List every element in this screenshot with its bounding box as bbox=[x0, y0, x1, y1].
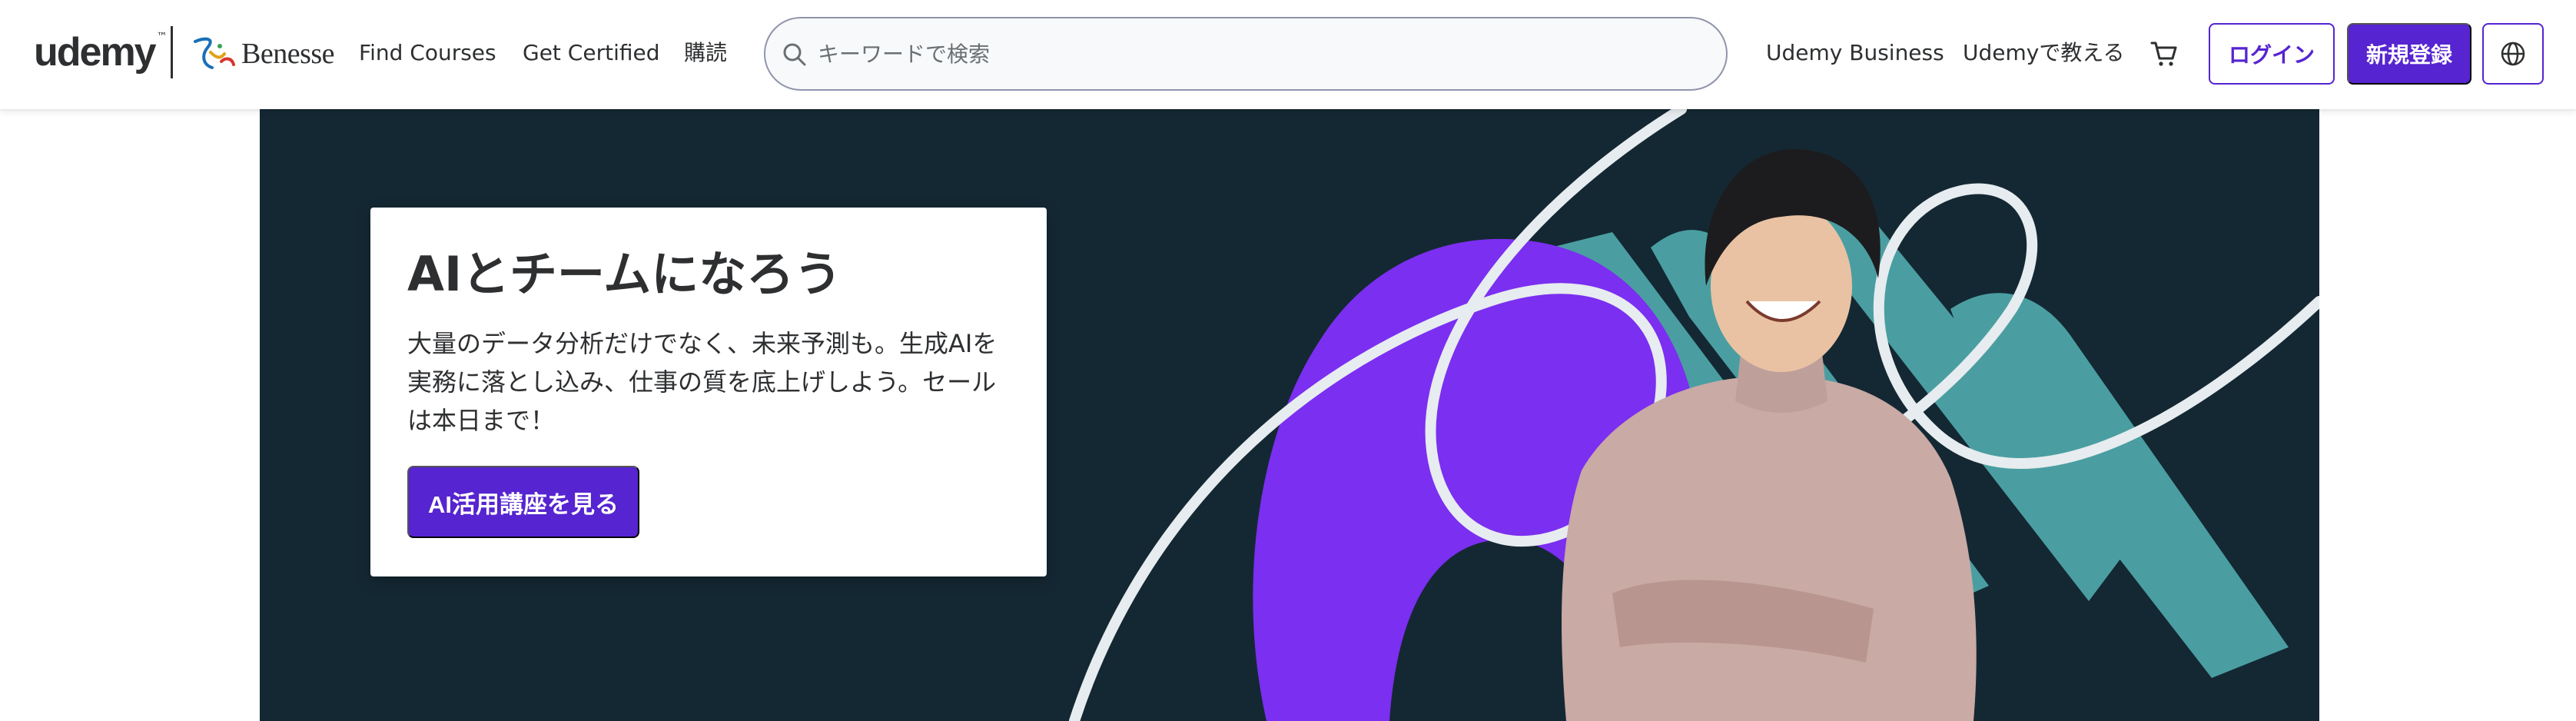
hero-banner: AIとチームになろう 大量のデータ分析だけでなく、未来予測も。生成AIを実務に落… bbox=[260, 109, 2319, 721]
nav-subscribe[interactable]: 購読 bbox=[684, 38, 727, 68]
hero-description: 大量のデータ分析だけでなく、未来予測も。生成AIを実務に落とし込み、仕事の質を底… bbox=[407, 329, 998, 435]
nav-udemy-business[interactable]: Udemy Business bbox=[1766, 38, 1944, 68]
hero-title: AIとチームになろう bbox=[407, 246, 842, 302]
language-button[interactable] bbox=[2482, 23, 2544, 85]
person-illustration bbox=[1562, 148, 1977, 721]
logo-divider bbox=[171, 26, 173, 78]
nav-teach-on-udemy[interactable]: Udemyで教える bbox=[1963, 38, 2125, 68]
login-button[interactable]: ログイン bbox=[2209, 23, 2335, 85]
top-header: udemy ™ Benesse Find Courses Get Certifi… bbox=[0, 0, 2576, 109]
hero-card: AIとチームになろう 大量のデータ分析だけでなく、未来予測も。生成AIを実務に落… bbox=[370, 208, 1047, 576]
benesse-mark-icon bbox=[194, 37, 235, 69]
cart-icon[interactable] bbox=[2149, 38, 2179, 69]
signup-button[interactable]: 新規登録 bbox=[2347, 23, 2471, 85]
globe-icon bbox=[2501, 42, 2525, 66]
ai-courses-button[interactable]: AI活用講座を見る bbox=[407, 466, 639, 538]
search-icon[interactable] bbox=[781, 41, 808, 68]
search-bar bbox=[764, 17, 1728, 91]
udemy-logo-text: udemy bbox=[34, 30, 157, 75]
nav-get-certified[interactable]: Get Certified bbox=[523, 38, 660, 68]
trademark-mark: ™ bbox=[156, 31, 168, 43]
udemy-logo[interactable]: udemy ™ bbox=[34, 28, 168, 77]
nav-find-courses[interactable]: Find Courses bbox=[359, 38, 496, 68]
benesse-logo: Benesse bbox=[189, 34, 335, 74]
search-input[interactable] bbox=[818, 32, 1701, 75]
partner-name: Benesse bbox=[241, 38, 335, 70]
